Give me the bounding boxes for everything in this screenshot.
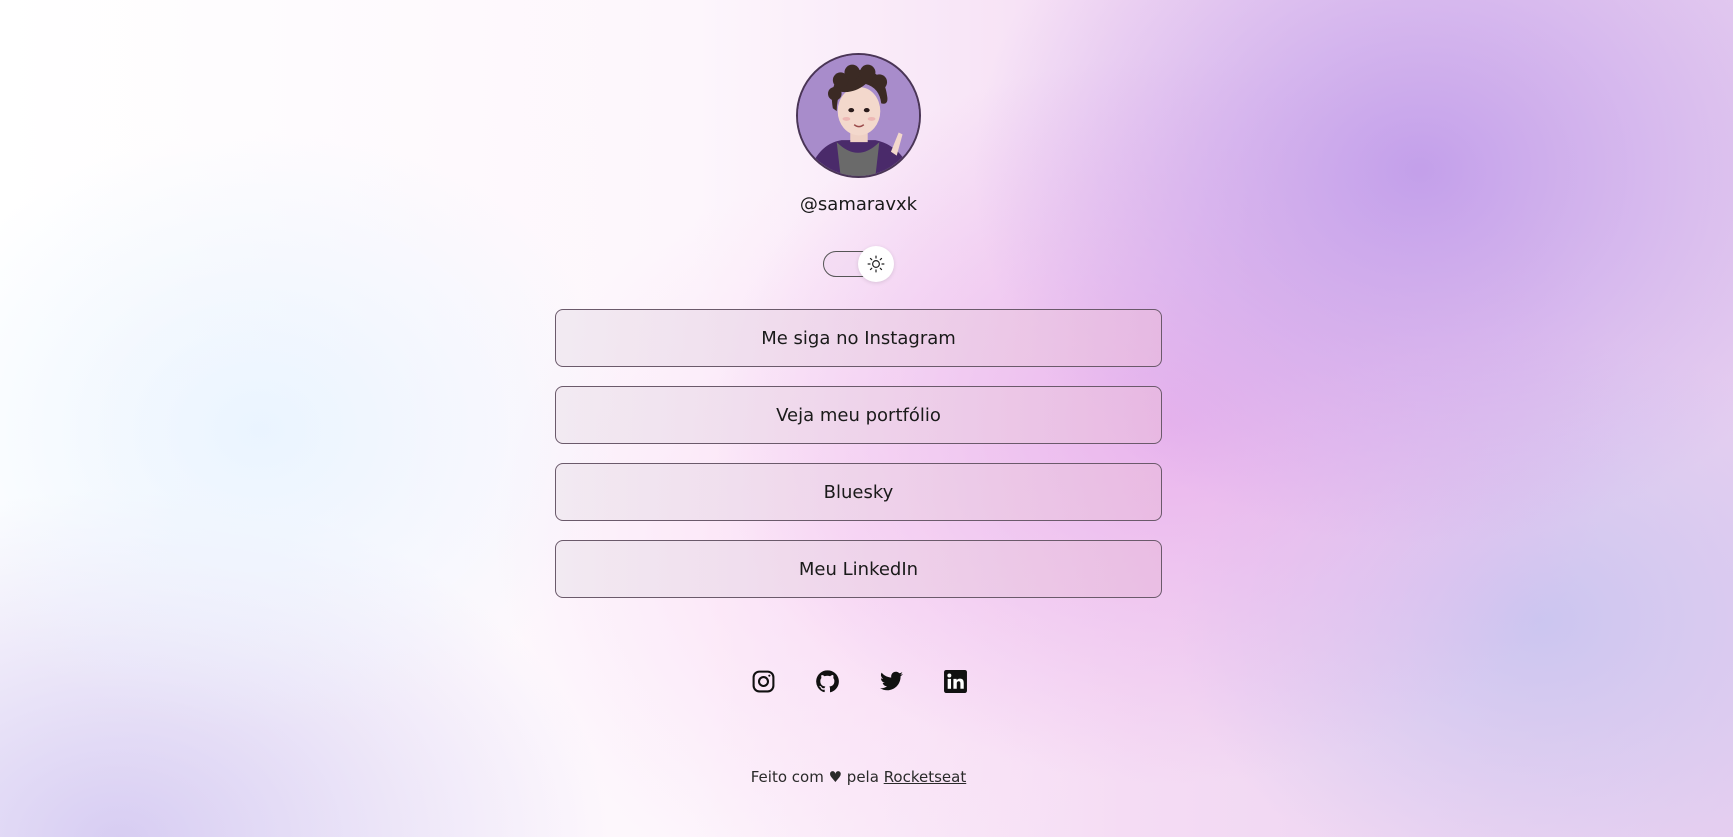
twitter-icon: [880, 671, 903, 691]
social-links: [751, 669, 968, 694]
list-item: Me siga no Instagram: [555, 309, 1162, 367]
list-item: Meu LinkedIn: [555, 540, 1162, 598]
twitter-social-link[interactable]: [879, 669, 904, 694]
profile-avatar: [796, 53, 921, 178]
instagram-social-link[interactable]: [751, 669, 776, 694]
linkedin-social-link[interactable]: [943, 669, 968, 694]
github-icon: [816, 670, 839, 693]
github-social-link[interactable]: [815, 669, 840, 694]
avatar-illustration: [798, 55, 919, 176]
sun-icon: [867, 255, 885, 273]
list-item: Veja meu portfólio: [555, 386, 1162, 444]
list-item: Bluesky: [555, 463, 1162, 521]
links-list: Me siga no Instagram Veja meu portfólio …: [555, 309, 1162, 617]
rocketseat-link[interactable]: Rocketseat: [884, 768, 967, 786]
linkedin-icon: [944, 670, 967, 693]
footer-text: Feito com ♥ pela: [750, 768, 884, 786]
profile-handle: @samaravxk: [799, 194, 918, 215]
theme-switch-knob[interactable]: [858, 246, 894, 282]
portfolio-link-button[interactable]: Veja meu portfólio: [555, 386, 1162, 444]
linkedin-link-button[interactable]: Meu LinkedIn: [555, 540, 1162, 598]
instagram-icon: [752, 670, 775, 693]
page-container: @samaravxk Me siga no Instagram Veja meu…: [0, 0, 1733, 837]
bluesky-link-button[interactable]: Bluesky: [555, 463, 1162, 521]
instagram-link-button[interactable]: Me siga no Instagram: [555, 309, 1162, 367]
footer: Feito com ♥ pela Rocketseat: [0, 768, 1717, 786]
